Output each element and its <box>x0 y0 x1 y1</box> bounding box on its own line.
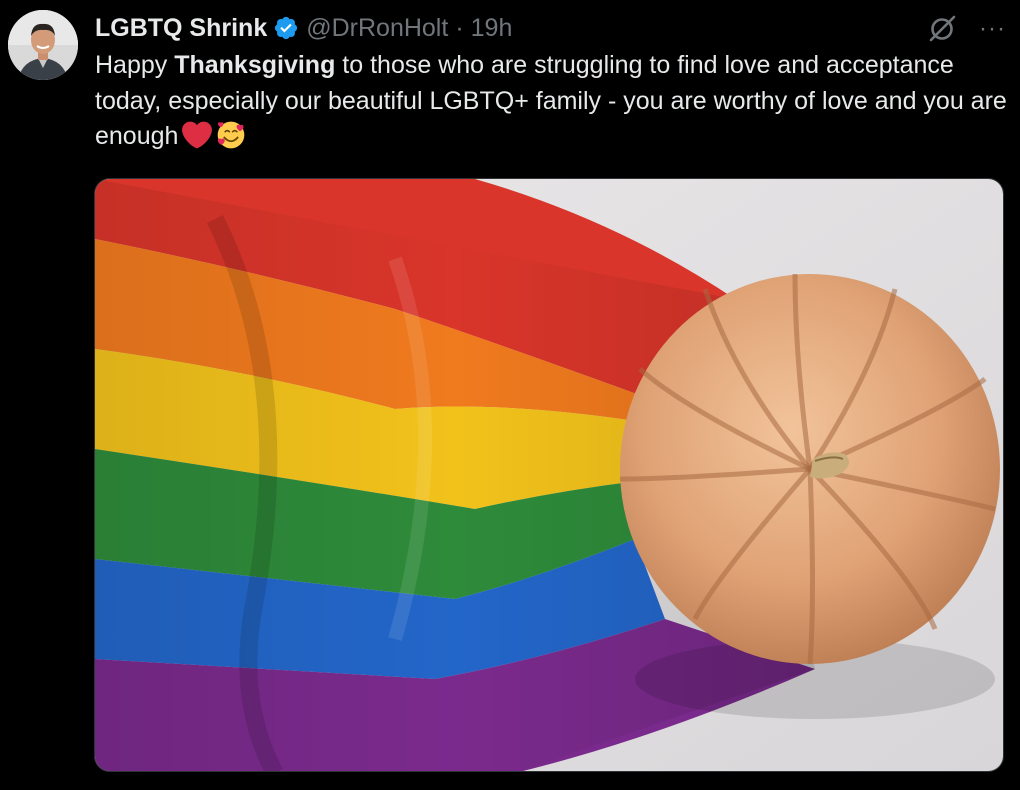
smiling-face-with-hearts-icon <box>218 121 245 149</box>
tweet-photo[interactable] <box>94 178 1004 772</box>
timestamp[interactable]: 19h <box>471 14 513 43</box>
verified-badge-icon[interactable] <box>273 15 299 41</box>
display-name[interactable]: LGBTQ Shrink <box>95 14 267 43</box>
profile-photo-icon <box>8 10 78 80</box>
tweet-header: LGBTQ Shrink @DrRonHolt · 19h <box>95 12 512 44</box>
author-handle[interactable]: @DrRonHolt <box>306 14 448 43</box>
more-options-icon[interactable]: ··· <box>979 17 1006 41</box>
tweet: LGBTQ Shrink @DrRonHolt · 19h ··· Happy … <box>0 0 1020 790</box>
red-heart-icon <box>182 121 213 149</box>
tweet-text: Happy Thanksgiving to those who are stru… <box>95 48 1010 155</box>
hashtag-thanksgiving[interactable]: Thanksgiving <box>174 51 335 79</box>
separator-dot: · <box>455 13 464 42</box>
tweet-actions: ··· <box>927 14 1006 44</box>
avatar[interactable] <box>8 10 78 80</box>
grok-icon[interactable] <box>927 14 957 44</box>
pride-flag-pumpkin-photo <box>95 179 1003 771</box>
tweet-text-part1: Happy <box>95 51 175 79</box>
